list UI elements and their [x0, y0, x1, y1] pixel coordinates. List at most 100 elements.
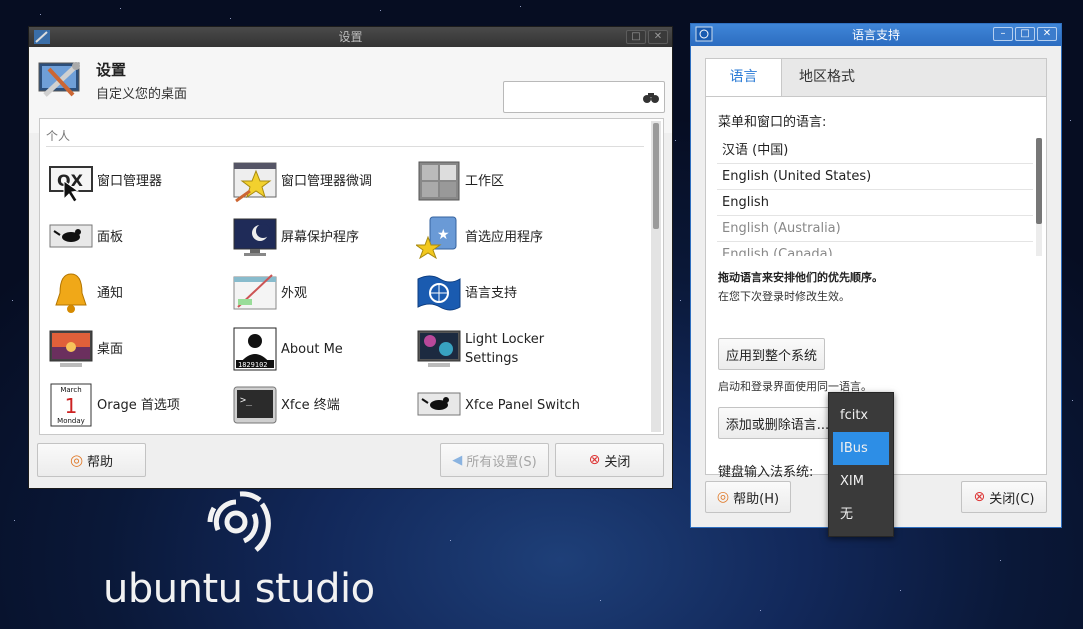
settings-items-panel: 个人 QX 窗口管理器 窗口管理器微调 工作区 面板 屏幕保护程序 ★ 首选应用… — [39, 118, 664, 435]
settings-item-label: 面板 — [97, 229, 124, 245]
preferred-applications-icon: ★ — [416, 216, 457, 259]
settings-search-box[interactable] — [503, 81, 665, 113]
help-button-label: 帮助(H) — [733, 491, 780, 507]
settings-item-label: 工作区 — [465, 173, 505, 189]
settings-item-label: Orage 首选项 — [97, 397, 180, 413]
light-locker-icon — [417, 330, 461, 367]
settings-item-label: 语言支持 — [465, 285, 518, 301]
language-tabs: 语言 地区格式 — [705, 58, 1047, 96]
category-divider — [46, 146, 644, 147]
language-support-flag-icon — [417, 275, 461, 311]
maximize-button[interactable]: □ — [626, 30, 646, 44]
input-method-option-ibus[interactable]: IBus — [833, 432, 889, 465]
apply-system-wide-button[interactable]: 应用到整个系统 — [718, 338, 825, 370]
input-method-option-none[interactable]: 无 — [833, 498, 889, 531]
close-button-label: 关闭(C) — [989, 491, 1035, 507]
calendar-day: 1 — [65, 394, 78, 418]
close-button[interactable]: ⊗ 关闭(C) — [961, 481, 1047, 513]
calendar-weekday: Monday — [57, 417, 85, 425]
close-window-button[interactable]: ✕ — [1037, 27, 1057, 41]
settings-item-about-me[interactable]: 1829102 About Me — [232, 325, 412, 373]
settings-tools-icon — [38, 62, 80, 97]
settings-item-orage[interactable]: March 1 Monday Orage 首选项 — [48, 381, 228, 429]
settings-item-label: Xfce 终端 — [281, 397, 340, 413]
relogin-hint: 在您下次登录时修改生效。 — [718, 290, 850, 303]
help-button[interactable]: ◎ 帮助 — [37, 443, 146, 477]
settings-titlebar[interactable]: 设置 □ ✕ — [29, 27, 672, 47]
settings-item-window-manager[interactable]: QX 窗口管理器 — [48, 157, 228, 205]
settings-item-notifications[interactable]: 通知 — [48, 269, 228, 317]
settings-item-label: Xfce Panel Switch — [465, 397, 580, 413]
settings-app-icon — [34, 30, 50, 44]
settings-window: 设置 □ ✕ 设置 自定义您的桌面 个人 QX 窗口管理器 窗口管理器微调 工作… — [28, 26, 673, 489]
settings-item-preferred-applications[interactable]: ★ 首选应用程序 — [416, 213, 596, 261]
desktop-icon — [49, 330, 93, 367]
add-remove-languages-label: 添加或删除语言... — [725, 417, 830, 433]
language-row[interactable]: English (Canada) — [717, 242, 1033, 256]
arrow-left-icon: ◀ — [452, 452, 463, 468]
close-window-button[interactable]: ✕ — [648, 30, 668, 44]
notifications-bell-icon — [55, 273, 87, 313]
input-method-option-xim[interactable]: XIM — [833, 465, 889, 498]
settings-item-label: About Me — [281, 341, 343, 357]
scrollbar-thumb[interactable] — [1036, 138, 1042, 224]
language-app-icon — [695, 26, 713, 42]
settings-item-label: 桌面 — [97, 341, 124, 357]
settings-item-desktop[interactable]: 桌面 — [48, 325, 228, 373]
settings-item-label: 外观 — [281, 285, 308, 301]
menu-language-label: 菜单和窗口的语言: — [718, 115, 827, 130]
help-button-label: 帮助 — [87, 454, 114, 470]
language-row[interactable]: English (United States) — [717, 164, 1033, 190]
all-settings-button[interactable]: ◀ 所有设置(S) — [440, 443, 549, 477]
settings-scrollbar[interactable] — [651, 121, 661, 432]
tab-language[interactable]: 语言 — [706, 59, 782, 96]
add-remove-languages-button[interactable]: 添加或删除语言... — [718, 407, 837, 439]
language-titlebar[interactable]: 语言支持 – □ ✕ — [691, 24, 1061, 46]
workspaces-icon — [418, 161, 460, 201]
svg-text:★: ★ — [437, 227, 450, 243]
close-button[interactable]: ⊗ 关闭 — [555, 443, 664, 477]
settings-item-label: 屏幕保护程序 — [281, 229, 360, 245]
binoculars-search-icon[interactable] — [642, 90, 660, 104]
settings-header-subtitle: 自定义您的桌面 — [96, 87, 188, 102]
settings-item-panel[interactable]: 面板 — [48, 213, 228, 261]
language-row[interactable]: English — [717, 190, 1033, 216]
settings-window-title: 设置 — [338, 30, 363, 44]
close-button-label: 关闭 — [604, 454, 631, 470]
help-button[interactable]: ◎ 帮助(H) — [705, 481, 791, 513]
all-settings-button-label: 所有设置(S) — [466, 454, 537, 470]
settings-item-panel-switch[interactable]: Xfce Panel Switch — [416, 381, 596, 429]
search-input[interactable] — [508, 83, 638, 111]
settings-item-terminal[interactable]: >_ Xfce 终端 — [232, 381, 412, 429]
tab-regional-formats[interactable]: 地区格式 — [782, 59, 872, 96]
settings-item-workspaces[interactable]: 工作区 — [416, 157, 596, 205]
settings-item-appearance[interactable]: 外观 — [232, 269, 412, 317]
input-method-option-fcitx[interactable]: fcitx — [833, 399, 889, 432]
input-method-dropdown-menu: fcitx IBus XIM 无 — [828, 392, 894, 537]
screensaver-icon — [233, 218, 277, 256]
calendar-month: March — [60, 386, 81, 394]
settings-item-label: 首选应用程序 — [465, 229, 544, 245]
lifebuoy-help-icon: ◎ — [716, 489, 730, 505]
settings-item-light-locker[interactable]: Light Locker Settings — [416, 325, 596, 373]
scrollbar-thumb[interactable] — [653, 123, 659, 229]
settings-item-window-manager-tweaks[interactable]: 窗口管理器微调 — [232, 157, 412, 205]
category-label: 个人 — [46, 129, 71, 143]
language-list-scrollbar[interactable] — [1036, 138, 1042, 256]
language-row[interactable]: English (Australia) — [717, 216, 1033, 242]
window-manager-tweaks-icon — [233, 162, 277, 203]
appearance-icon — [233, 274, 277, 310]
drag-order-hint: 拖动语言来安排他们的优先顺序。 — [718, 271, 883, 284]
settings-item-label: 通知 — [97, 285, 124, 301]
maximize-button[interactable]: □ — [1015, 27, 1035, 41]
settings-item-language-support[interactable]: 语言支持 — [416, 269, 596, 317]
language-list[interactable]: 汉语 (中国) English (United States) English … — [717, 138, 1033, 256]
settings-header-title: 设置 — [96, 61, 127, 79]
terminal-icon: >_ — [233, 386, 277, 424]
language-row[interactable]: 汉语 (中国) — [717, 138, 1033, 164]
close-circle-icon: ⊗ — [973, 489, 986, 505]
settings-item-screensaver[interactable]: 屏幕保护程序 — [232, 213, 412, 261]
close-circle-icon: ⊗ — [588, 452, 601, 468]
minimize-button[interactable]: – — [993, 27, 1013, 41]
keyboard-input-method-label: 键盘输入法系统: — [718, 465, 814, 480]
